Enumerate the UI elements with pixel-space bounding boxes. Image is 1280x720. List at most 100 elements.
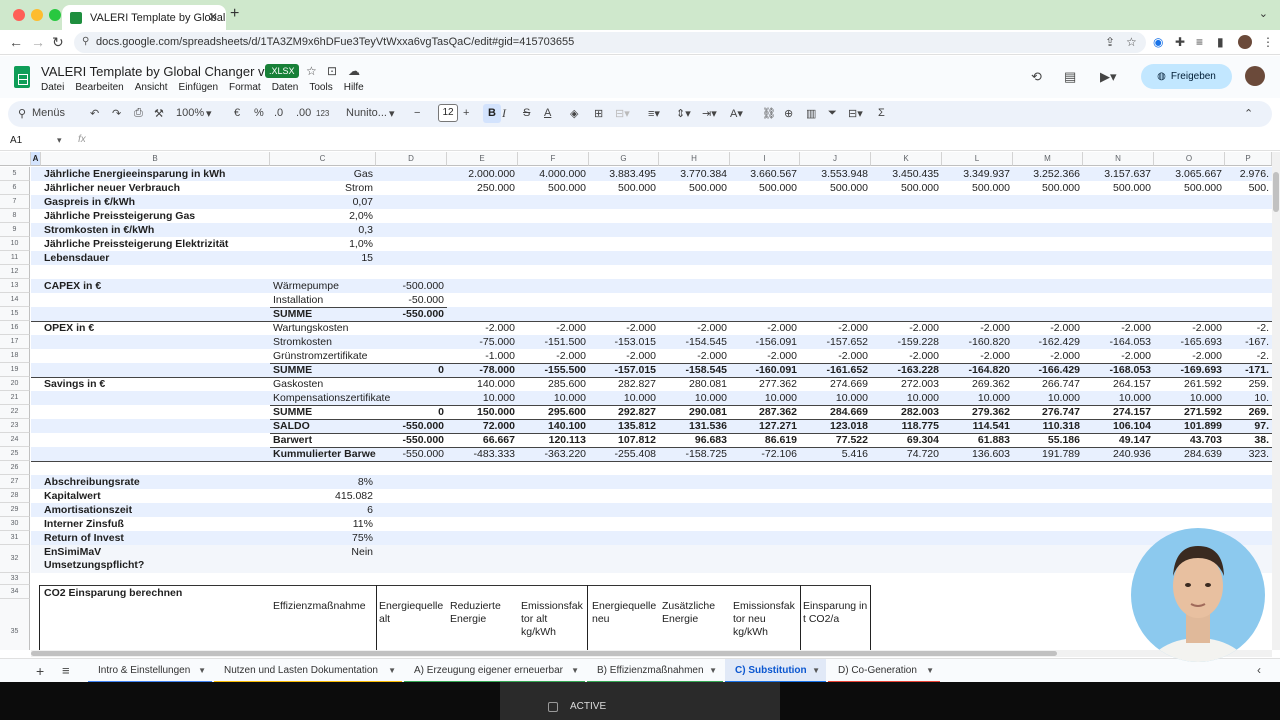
cell-value-c[interactable]: 11% [270, 517, 376, 531]
move-folder-icon[interactable]: ⊡ [327, 64, 337, 78]
cloud-status-icon[interactable]: ☁ [348, 64, 360, 78]
column-header-h[interactable]: H [659, 152, 730, 166]
add-sheet-icon[interactable]: + [36, 663, 44, 679]
cell-value-i[interactable]: 277.362 [730, 377, 800, 391]
cell-value-o[interactable]: 284.639 [1154, 447, 1225, 461]
menu-daten[interactable]: Daten [272, 82, 299, 93]
cell-label[interactable]: Lebensdauer [41, 251, 271, 265]
cell-value-k[interactable]: -159.228 [871, 335, 942, 349]
column-header-d[interactable]: D [376, 152, 447, 166]
cell-value-p[interactable]: 269. [1225, 405, 1272, 419]
cell-value-e[interactable]: -2.000 [447, 321, 518, 335]
row-header[interactable]: 35 [0, 599, 30, 650]
cell-value-o[interactable]: 10.000 [1154, 391, 1225, 405]
cell-value-o[interactable]: -165.693 [1154, 335, 1225, 349]
currency-format-button[interactable]: € [234, 107, 240, 119]
insert-chart-icon[interactable]: ▥ [806, 107, 816, 120]
row-header[interactable]: 19 [0, 363, 30, 377]
cell-value-o[interactable]: -169.693 [1154, 363, 1225, 377]
cell-value-k[interactable]: 69.304 [871, 433, 942, 447]
cell-value-h[interactable]: -158.545 [659, 363, 730, 377]
cell-value-k[interactable]: 3.450.435 [871, 167, 942, 181]
more-formats-button[interactable]: 123 [316, 109, 329, 118]
corner-select-all[interactable] [0, 152, 31, 166]
cell-value-o[interactable]: 261.592 [1154, 377, 1225, 391]
cell-value-e[interactable]: 150.000 [447, 405, 518, 419]
functions-button[interactable]: Σ [878, 107, 885, 119]
cell-value-e[interactable]: -75.000 [447, 335, 518, 349]
cell-value-o[interactable]: -2.000 [1154, 321, 1225, 335]
cell-value-c[interactable]: Stromkosten [270, 335, 400, 349]
cell-value-k[interactable]: 500.000 [871, 181, 942, 195]
cell-value-p[interactable]: -2. [1225, 349, 1272, 363]
cell-value-j[interactable]: 284.669 [800, 405, 871, 419]
sheet-tab-chevron-icon[interactable]: ▼ [198, 659, 206, 683]
cell-label[interactable]: Abschreibungsrate [41, 475, 271, 489]
text-wrapping-icon[interactable]: ⇥▾ [702, 107, 717, 120]
cell-value-c[interactable]: 6 [270, 503, 376, 517]
cell-value-k[interactable]: -163.228 [871, 363, 942, 377]
column-header-m[interactable]: M [1013, 152, 1083, 166]
cell-value-n[interactable]: 10.000 [1083, 391, 1154, 405]
address-bar[interactable]: ⚲ docs.google.com/spreadsheets/d/1TA3ZM9… [74, 32, 1146, 53]
comments-icon[interactable]: ▤ [1064, 69, 1076, 85]
cell-value-c[interactable]: Wartungskosten [270, 321, 400, 335]
text-color-button[interactable]: A [544, 107, 551, 119]
cell-value-h[interactable]: 3.770.384 [659, 167, 730, 181]
cell-value-k[interactable]: 10.000 [871, 391, 942, 405]
cell-value-d[interactable]: -550.000 [376, 419, 447, 433]
back-icon[interactable]: ← [9, 34, 23, 50]
row-header[interactable]: 17 [0, 335, 30, 349]
menu-bearbeiten[interactable]: Bearbeiten [75, 82, 123, 93]
site-info-icon[interactable]: ⚲ [82, 36, 89, 47]
close-tab-icon[interactable]: ✕ [208, 10, 218, 24]
cell-value-p[interactable]: -171. [1225, 363, 1272, 377]
cell-value-c[interactable]: Strom [270, 181, 376, 195]
cell-value-o[interactable]: 43.703 [1154, 433, 1225, 447]
sheet-tab-4[interactable]: C) Substitution ▼ [725, 659, 826, 683]
cell-value-l[interactable]: -160.820 [942, 335, 1013, 349]
cell-value-f[interactable]: -363.220 [518, 447, 589, 461]
row-header[interactable]: 10 [0, 237, 30, 251]
italic-button[interactable]: I [502, 106, 506, 121]
row-header[interactable]: 20 [0, 377, 30, 391]
cell-value-g[interactable]: 135.812 [589, 419, 659, 433]
row-header[interactable]: 25 [0, 447, 30, 461]
cell-value-g[interactable]: -2.000 [589, 349, 659, 363]
cell-label[interactable]: Jährliche Energieeinsparung in kWh [41, 167, 271, 181]
cell-value-d[interactable]: -550.000 [376, 307, 447, 321]
cell-value-l[interactable]: -164.820 [942, 363, 1013, 377]
cell-value-f[interactable]: -2.000 [518, 349, 589, 363]
cell-value-f[interactable]: -151.500 [518, 335, 589, 349]
insert-link-icon[interactable]: ⛓ [762, 107, 776, 120]
cell-value-o[interactable]: 271.592 [1154, 405, 1225, 419]
column-header-i[interactable]: I [730, 152, 800, 166]
cell-value-g[interactable]: 107.812 [589, 433, 659, 447]
cell-label[interactable]: Amortisationszeit [41, 503, 271, 517]
filter-views-icon[interactable]: ⊟▾ [848, 107, 863, 120]
cell-value-m[interactable]: 276.747 [1013, 405, 1083, 419]
row-header[interactable]: 16 [0, 321, 30, 335]
cell-value-j[interactable]: 274.669 [800, 377, 871, 391]
horizontal-scroll-thumb[interactable] [31, 651, 1057, 656]
cell-value-j[interactable]: -2.000 [800, 321, 871, 335]
row-header[interactable]: 21 [0, 391, 30, 405]
cell-label[interactable]: Return of Invest [41, 531, 271, 545]
cell-value-o[interactable]: 101.899 [1154, 419, 1225, 433]
cell-label[interactable]: Gaspreis in €/kWh [41, 195, 271, 209]
sheet-tab-chevron-icon[interactable]: ▼ [926, 659, 934, 683]
row-header[interactable]: 7 [0, 195, 30, 209]
cell-value-i[interactable]: 500.000 [730, 181, 800, 195]
column-header-f[interactable]: F [518, 152, 589, 166]
cell-value-n[interactable]: -2.000 [1083, 321, 1154, 335]
cell-label[interactable]: Jährliche Preissteigerung Gas [41, 209, 271, 223]
formula-input[interactable] [96, 133, 1266, 149]
cell-value-p[interactable]: 323. [1225, 447, 1272, 461]
cell-value-c[interactable]: Gas [270, 167, 376, 181]
cell-value-p[interactable]: 38. [1225, 433, 1272, 447]
cell-value-f[interactable]: 10.000 [518, 391, 589, 405]
cell-value-l[interactable]: 61.883 [942, 433, 1013, 447]
cell-value-d[interactable]: -550.000 [376, 433, 447, 447]
sheet-tab-chevron-icon[interactable]: ▼ [709, 659, 717, 683]
cell-value-i[interactable]: -2.000 [730, 349, 800, 363]
